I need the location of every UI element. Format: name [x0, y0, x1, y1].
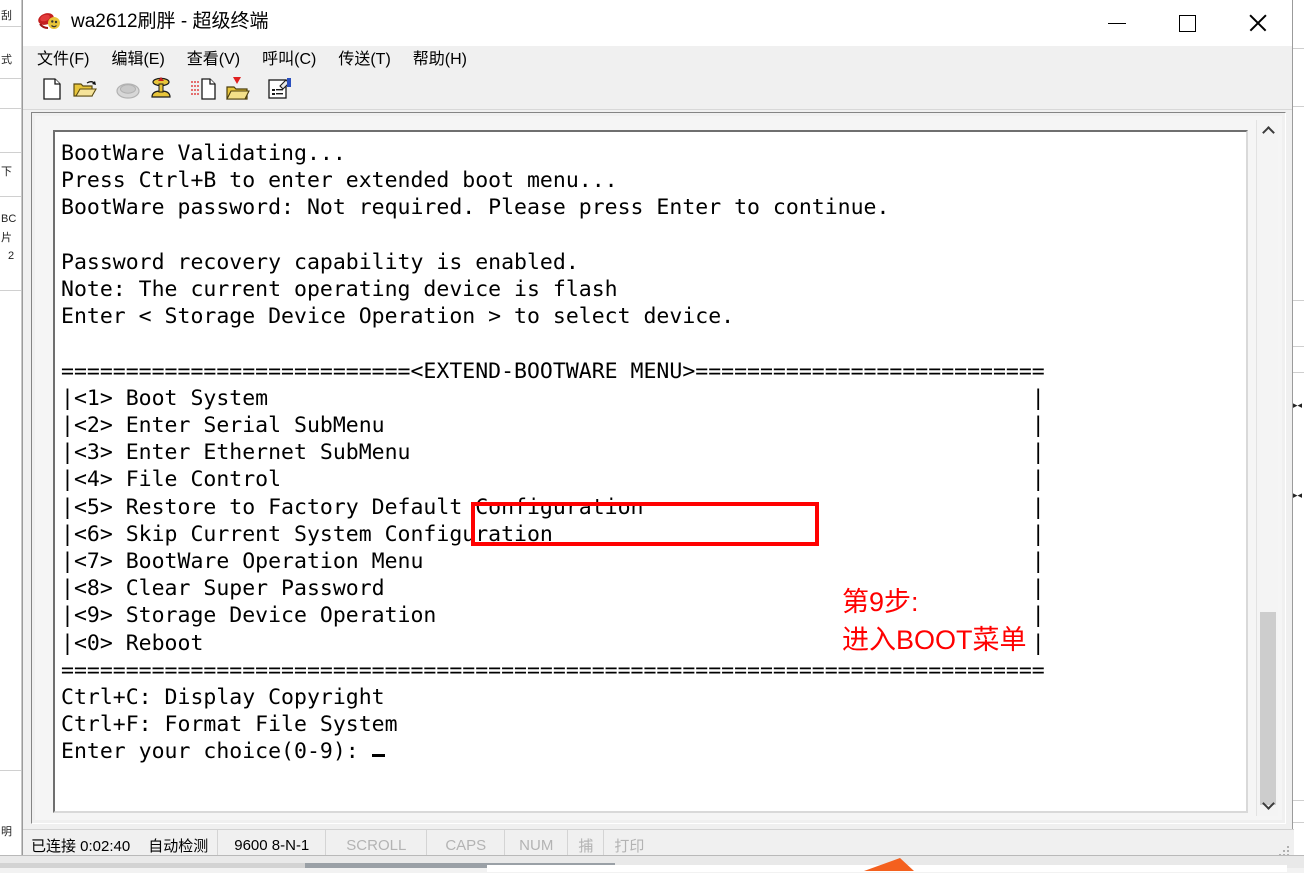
bg-text-fragment: 刮 — [1, 10, 12, 22]
minimize-button[interactable] — [1082, 0, 1152, 46]
bg-text-fragment: 下 — [1, 166, 12, 178]
receive-file-button[interactable] — [222, 77, 252, 107]
background-left-document-pane: 刮 式 下 BC 片 2 明 — [0, 0, 22, 855]
scroll-down-button[interactable] — [1257, 794, 1279, 816]
send-file-button[interactable] — [189, 77, 219, 107]
step-annotation: 第9步: 进入BOOT菜单 — [842, 583, 1027, 659]
toolbar — [23, 74, 1292, 110]
menu-view[interactable]: 查看(V) — [187, 50, 240, 70]
terminal-cursor — [372, 754, 385, 757]
bottom-strip — [0, 855, 1304, 872]
send-file-icon — [190, 78, 218, 105]
scrollbar-thumb[interactable] — [1260, 612, 1276, 805]
terminal-text: BootWare Validating... Press Ctrl+B to e… — [61, 140, 1045, 766]
bg-divider — [0, 770, 22, 771]
bg-divider — [0, 78, 22, 79]
orange-pointer-icon — [864, 858, 914, 871]
window-title: wa2612刷胖 - 超级终端 — [71, 10, 268, 34]
bg-marker: ▸◂ — [1293, 400, 1302, 411]
properties-button[interactable] — [265, 77, 295, 107]
bg-divider — [0, 108, 22, 109]
open-connection-button[interactable] — [70, 77, 100, 107]
chevron-up-icon — [1262, 126, 1275, 139]
bg-text-fragment: 2 — [8, 250, 14, 262]
properties-icon — [268, 78, 292, 105]
close-icon — [1247, 13, 1267, 33]
terminal-vertical-scrollbar[interactable] — [1256, 120, 1278, 816]
terminal-screen[interactable]: BootWare Validating... Press Ctrl+B to e… — [53, 130, 1248, 813]
title-bar[interactable]: wa2612刷胖 - 超级终端 — [23, 0, 1292, 46]
hyperterminal-icon — [37, 10, 63, 34]
menu-edit[interactable]: 编辑(E) — [111, 50, 164, 70]
menu-transfer[interactable]: 传送(T) — [338, 50, 390, 70]
bg-text-fragment: 片 — [1, 232, 12, 244]
disconnect-button[interactable] — [113, 77, 143, 107]
bg-text-fragment: BC — [1, 213, 16, 225]
minimize-icon — [1108, 23, 1126, 24]
maximize-button[interactable] — [1152, 0, 1222, 46]
bg-divider — [0, 152, 22, 153]
scroll-up-button[interactable] — [1257, 120, 1279, 142]
close-button[interactable] — [1222, 0, 1292, 46]
bg-marker: ▸◂ — [1293, 490, 1302, 501]
bg-divider — [0, 196, 22, 197]
bg-divider — [0, 290, 22, 291]
bg-text-fragment: 明 — [1, 826, 12, 838]
terminal-client-inner: BootWare Validating... Press Ctrl+B to e… — [35, 116, 1282, 820]
hyperterminal-window: wa2612刷胖 - 超级终端 文件(F) 编辑(E) 查看(V) 呼叫(C) … — [22, 0, 1293, 862]
new-connection-button[interactable] — [37, 77, 67, 107]
menu-bar: 文件(F) 编辑(E) 查看(V) 呼叫(C) 传送(T) 帮助(H) — [23, 46, 1292, 74]
disconnect-phone-icon — [115, 78, 141, 105]
menu-help[interactable]: 帮助(H) — [413, 50, 467, 70]
terminal-client-area: BootWare Validating... Press Ctrl+B to e… — [31, 112, 1286, 824]
chevron-down-icon — [1262, 797, 1275, 810]
menu-file[interactable]: 文件(F) — [37, 50, 89, 70]
menu-call[interactable]: 呼叫(C) — [262, 50, 316, 70]
call-phone-icon — [148, 77, 174, 106]
new-connection-icon — [42, 78, 62, 105]
receive-file-icon — [224, 77, 250, 106]
open-folder-icon — [73, 78, 97, 105]
maximize-icon — [1179, 15, 1196, 32]
bg-divider — [0, 26, 22, 27]
call-button[interactable] — [146, 77, 176, 107]
bg-text-fragment: 式 — [1, 54, 12, 66]
